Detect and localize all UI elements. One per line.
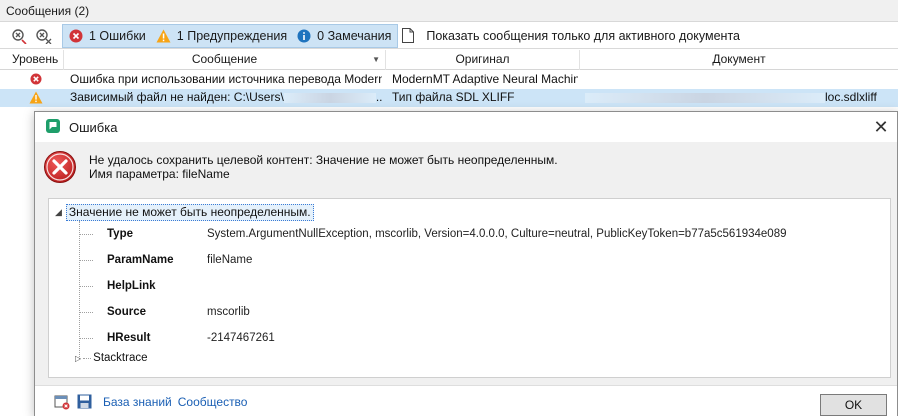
column-header-message[interactable]: Сообщение ▼ <box>64 50 386 70</box>
row-origin: Тип файла SDL XLIFF <box>392 90 515 104</box>
column-header-level[interactable]: Уровень <box>0 50 64 70</box>
show-active-only-label: Показать сообщения только для активного … <box>426 28 741 43</box>
property-value: fileName <box>207 254 253 266</box>
row-document <box>585 71 895 89</box>
expanded-caret-icon[interactable]: ◢ <box>55 207 62 218</box>
document-icon <box>402 28 415 43</box>
tree-root-label: Значение не может быть неопределенным. <box>65 204 314 221</box>
dialog-titlebar[interactable]: Ошибка ✕ <box>35 112 897 142</box>
error-icon <box>69 29 83 42</box>
redacted-path <box>585 92 825 103</box>
error-message: Не удалось сохранить целевой контент: Зн… <box>89 153 558 181</box>
stacktrace-node[interactable]: ▷ Stacktrace <box>75 352 147 364</box>
clear-all-icon[interactable] <box>34 26 54 46</box>
column-header-origin[interactable]: Оригинал <box>386 50 580 70</box>
property-value: System.ArgumentNullException, mscorlib, … <box>207 228 787 240</box>
table-row[interactable]: Зависимый файл не найден: C:\Users\... Т… <box>0 89 898 107</box>
close-icon[interactable]: ✕ <box>871 117 891 137</box>
community-link[interactable]: Сообщество <box>178 395 248 409</box>
row-message: Зависимый файл не найден: C:\Users\... <box>70 90 382 104</box>
row-origin: ModernMT Adaptive Neural Machin... <box>392 72 578 86</box>
row-message: Ошибка при использовании источника перев… <box>70 72 382 86</box>
app-logo-icon <box>45 118 61 137</box>
messages-grid-header: Уровень Сообщение ▼ Оригинал Документ <box>0 50 898 70</box>
error-message-line: Не удалось сохранить целевой контент: Зн… <box>89 153 558 167</box>
property-row: ParamName fileName <box>79 253 252 267</box>
row-document: loc.sdlxliff <box>585 89 895 107</box>
filter-notes-label: 0 Замечания <box>317 28 392 43</box>
save-icon[interactable] <box>75 393 93 411</box>
property-key: HelpLink <box>107 280 156 292</box>
error-icon <box>43 150 77 187</box>
exception-details-tree: ◢ Значение не может быть неопределенным.… <box>48 198 891 378</box>
property-value: mscorlib <box>207 306 250 318</box>
messages-panel-title: Сообщения (2) <box>0 0 898 22</box>
warning-icon <box>156 29 171 42</box>
property-key: Source <box>107 306 146 318</box>
tree-root-node[interactable]: ◢ Значение не может быть неопределенным. <box>55 204 314 221</box>
show-active-only-toggle[interactable]: Показать сообщения только для активного … <box>402 28 740 43</box>
filter-notes-button[interactable]: 0 Замечания <box>297 29 391 43</box>
copy-error-icon[interactable] <box>53 393 71 411</box>
dialog-footer: База знаний Сообщество OK <box>35 385 897 416</box>
collapsed-caret-icon[interactable]: ▷ <box>75 354 81 363</box>
ok-button[interactable]: OK <box>820 394 887 416</box>
clear-errors-icon[interactable] <box>10 26 30 46</box>
property-row: HResult -2147467261 <box>79 331 275 345</box>
filter-errors-button[interactable]: 1 Ошибки <box>69 29 146 43</box>
property-key: ParamName <box>107 254 174 266</box>
filter-errors-label: 1 Ошибки <box>89 28 146 43</box>
error-param-line: Имя параметра: fileName <box>89 167 230 181</box>
sort-dropdown-icon: ▼ <box>372 55 380 64</box>
filter-warnings-label: 1 Предупреждения <box>176 28 288 43</box>
property-key: HResult <box>107 332 151 344</box>
column-header-message-label: Сообщение <box>191 52 258 66</box>
info-icon <box>297 29 311 42</box>
warning-icon <box>29 91 49 109</box>
knowledge-base-link[interactable]: База знаний <box>103 395 172 409</box>
error-dialog: Ошибка ✕ Не удалось сохранить целевой ко… <box>34 111 898 416</box>
dialog-body: Не удалось сохранить целевой контент: Зн… <box>35 142 897 385</box>
property-row: Source mscorlib <box>79 305 250 319</box>
stacktrace-label: Stacktrace <box>93 352 148 364</box>
messages-toolbar: 1 Ошибки 1 Предупреждения 0 Замечания По… <box>0 23 898 49</box>
property-key: Type <box>107 228 133 240</box>
property-row: HelpLink <box>79 279 207 293</box>
dialog-title: Ошибка <box>69 119 118 135</box>
property-value: -2147467261 <box>207 332 275 344</box>
message-filter-group: 1 Ошибки 1 Предупреждения 0 Замечания <box>62 23 399 48</box>
property-row: Type System.ArgumentNullException, mscor… <box>79 227 787 241</box>
filter-warnings-button[interactable]: 1 Предупреждения <box>156 29 287 43</box>
column-header-document[interactable]: Документ <box>580 50 898 70</box>
redacted-path <box>283 92 376 103</box>
table-row[interactable]: Ошибка при использовании источника перев… <box>0 71 898 89</box>
